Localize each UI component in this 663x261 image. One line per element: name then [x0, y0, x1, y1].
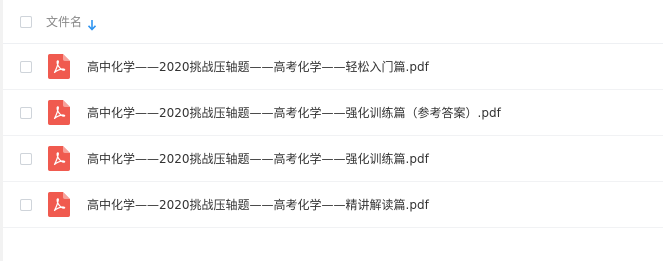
file-name[interactable]: 高中化学——2020挑战压轴题——高考化学——轻松入门篇.pdf: [87, 59, 429, 75]
pdf-icon: [48, 146, 70, 171]
pdf-icon: [48, 54, 70, 79]
file-row[interactable]: 高中化学——2020挑战压轴题——高考化学——强化训练篇.pdf: [3, 136, 663, 182]
file-row[interactable]: 高中化学——2020挑战压轴题——高考化学——强化训练篇（参考答案）.pdf: [3, 90, 663, 136]
select-all-checkbox[interactable]: [20, 15, 32, 28]
pdf-icon: [48, 192, 70, 217]
row-checkbox[interactable]: [20, 106, 32, 119]
row-checkbox[interactable]: [20, 198, 32, 211]
arrow-down-icon[interactable]: [87, 16, 97, 31]
file-name[interactable]: 高中化学——2020挑战压轴题——高考化学——精讲解读篇.pdf: [87, 197, 429, 213]
file-list: 文件名 高中化学——2020挑战压轴题——高考化学——轻松入门篇.pdf 高中化…: [3, 0, 663, 228]
row-checkbox[interactable]: [20, 152, 32, 165]
column-header-filename[interactable]: 文件名: [46, 14, 82, 30]
pdf-icon: [48, 100, 70, 125]
file-row[interactable]: 高中化学——2020挑战压轴题——高考化学——轻松入门篇.pdf: [3, 44, 663, 90]
file-name[interactable]: 高中化学——2020挑战压轴题——高考化学——强化训练篇（参考答案）.pdf: [87, 105, 501, 121]
file-name[interactable]: 高中化学——2020挑战压轴题——高考化学——强化训练篇.pdf: [87, 151, 429, 167]
file-row[interactable]: 高中化学——2020挑战压轴题——高考化学——精讲解读篇.pdf: [3, 182, 663, 228]
row-checkbox[interactable]: [20, 60, 32, 73]
file-list-header: 文件名: [3, 0, 663, 44]
